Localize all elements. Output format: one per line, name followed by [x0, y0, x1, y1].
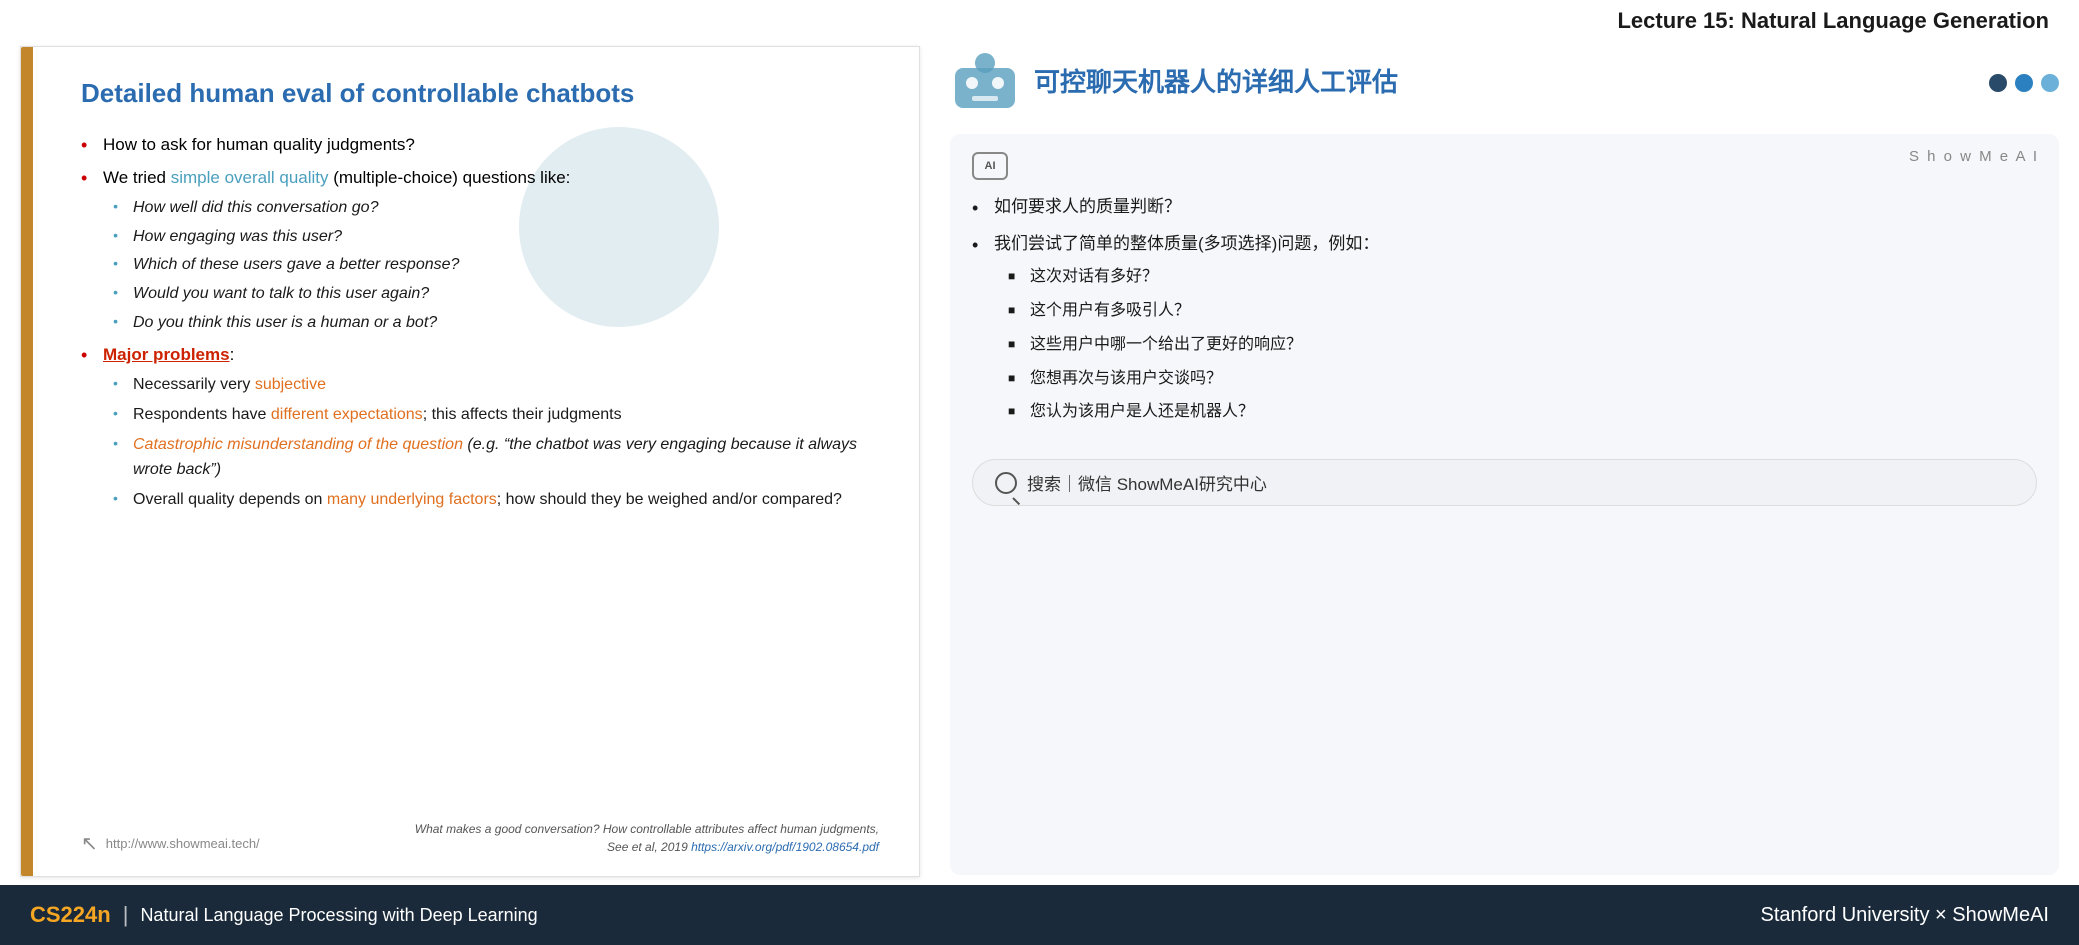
top-header: Lecture 15: Natural Language Generation	[0, 0, 2079, 38]
bottom-subtitle: Natural Language Processing with Deep Le…	[140, 905, 537, 926]
citation-text: What makes a good conversation? How cont…	[415, 822, 879, 836]
bottom-right: Stanford University × ShowMeAI	[1761, 904, 2049, 927]
citation-link[interactable]: https://arxiv.org/pdf/1902.08654.pdf	[691, 840, 879, 854]
main-bullet-list: How to ask for human quality judgments? …	[81, 131, 879, 519]
citation-see: See et al, 2019	[607, 840, 691, 854]
robot-icon	[950, 48, 1020, 118]
problem-4-suffix: ; how should they be weighed and/or comp…	[497, 491, 842, 508]
problem-3-color: Catastrophic misunderstanding of the que…	[133, 436, 463, 453]
footer-right: What makes a good conversation? How cont…	[415, 820, 879, 856]
chat-sub-2: 这个用户有多吸引人？	[1008, 297, 2037, 326]
chat-card: AI S h o w M e A I 如何要求人的质量判断？ 我们尝试了简单的整…	[950, 134, 2059, 875]
bullet-item-2: We tried simple overall quality (multipl…	[81, 164, 879, 335]
sub-item-2-4: Would you want to talk to this user agai…	[113, 281, 879, 307]
problem-1-prefix: Necessarily very	[133, 376, 255, 393]
problem-4-color: many underlying factors	[327, 491, 497, 508]
bottom-left: CS224n | Natural Language Processing wit…	[30, 902, 538, 928]
chat-bullet-list: 如何要求人的质量判断？ 我们尝试了简单的整体质量(多项选择)问题，例如： 这次对…	[972, 192, 2037, 433]
main-content: Detailed human eval of controllable chat…	[0, 38, 2079, 885]
bottom-divider: |	[123, 902, 129, 928]
right-title: 可控聊天机器人的详细人工评估	[1034, 66, 1398, 100]
sub-item-2-5: Do you think this user is a human or a b…	[113, 310, 879, 336]
chat-sub-4: 您想再次与该用户交谈吗？	[1008, 365, 2037, 394]
chat-sub-3: 这些用户中哪一个给出了更好的响应？	[1008, 331, 2037, 360]
chat-bullet-1-text: 如何要求人的质量判断？	[994, 197, 1181, 216]
chat-bullet-2: 我们尝试了简单的整体质量(多项选择)问题，例如： 这次对话有多好？ 这个用户有多…	[972, 229, 2037, 428]
problem-2-prefix: Respondents have	[133, 406, 271, 423]
showmeai-badge: S h o w M e A I	[1909, 148, 2039, 165]
lecture-title: Lecture 15: Natural Language Generation	[1617, 8, 2049, 34]
chat-sub-5: 您认为该用户是人还是机器人？	[1008, 398, 2037, 427]
sub-item-2-1: How well did this conversation go?	[113, 195, 879, 221]
problem-1-color: subjective	[255, 376, 326, 393]
cs224n-label: CS224n	[30, 902, 111, 928]
bullet-2-suffix: (multiple-choice) questions like:	[329, 168, 571, 187]
problem-4: Overall quality depends on many underlyi…	[113, 487, 879, 513]
bottom-bar: CS224n | Natural Language Processing wit…	[0, 885, 2079, 945]
problem-4-prefix: Overall quality depends on	[133, 491, 327, 508]
slide-title: Detailed human eval of controllable chat…	[81, 77, 879, 111]
search-icon	[995, 472, 1017, 494]
ai-icon: AI	[972, 152, 1008, 180]
right-panel: 可控聊天机器人的详细人工评估 AI S h o w M e A I 如何要求人的…	[920, 38, 2079, 885]
dot-dark	[1989, 74, 2007, 92]
problem-2-suffix: ; this affects their judgments	[423, 406, 622, 423]
footer-url: http://www.showmeai.tech/	[106, 836, 260, 851]
bullet-2-highlight: simple overall quality	[171, 168, 329, 187]
chat-sub-1: 这次对话有多好？	[1008, 263, 2037, 292]
major-problems-label: Major problems	[103, 345, 230, 364]
dot-blue	[2015, 74, 2033, 92]
cursor-icon: ↖	[81, 831, 98, 856]
search-text: 搜索｜微信 ShowMeAI研究中心	[1027, 470, 1267, 495]
bullet-item-3: Major problems: Necessarily very subject…	[81, 341, 879, 512]
right-panel-header: 可控聊天机器人的详细人工评估	[950, 48, 2059, 118]
chat-bullet-1: 如何要求人的质量判断？	[972, 192, 2037, 223]
problem-2-color: different expectations	[271, 406, 423, 423]
problems-sub-list: Necessarily very subjective Respondents …	[113, 372, 879, 512]
dot-light	[2041, 74, 2059, 92]
three-dots	[1989, 74, 2059, 92]
stanford-showmeai-text: Stanford University × ShowMeAI	[1761, 904, 2049, 926]
chat-sub-list: 这次对话有多好？ 这个用户有多吸引人？ 这些用户中哪一个给出了更好的响应？ 您想…	[1008, 263, 2037, 427]
sub-bullet-list-2: How well did this conversation go? How e…	[113, 195, 879, 335]
card-top-row: AI S h o w M e A I	[972, 152, 2037, 180]
problem-3: Catastrophic misunderstanding of the que…	[113, 432, 879, 483]
sub-item-2-3: Which of these users gave a better respo…	[113, 252, 879, 278]
sub-item-2-2: How engaging was this user?	[113, 224, 879, 250]
bullet-2-prefix: We tried	[103, 168, 171, 187]
problem-1: Necessarily very subjective	[113, 372, 879, 398]
left-slide-panel: Detailed human eval of controllable chat…	[20, 46, 920, 877]
search-bar[interactable]: 搜索｜微信 ShowMeAI研究中心	[972, 459, 2037, 506]
footer-left: ↖ http://www.showmeai.tech/	[81, 831, 260, 856]
bullet-item-1: How to ask for human quality judgments?	[81, 131, 879, 158]
chat-bullet-2-prefix: 我们尝试了简单的整体质量(多项选择)问题，例如：	[994, 234, 1379, 253]
slide-footer: ↖ http://www.showmeai.tech/ What makes a…	[81, 810, 879, 856]
bullet-1-text: How to ask for human quality judgments?	[103, 135, 415, 154]
bullet-3-suffix: :	[230, 345, 235, 364]
problem-2: Respondents have different expectations;…	[113, 402, 879, 428]
